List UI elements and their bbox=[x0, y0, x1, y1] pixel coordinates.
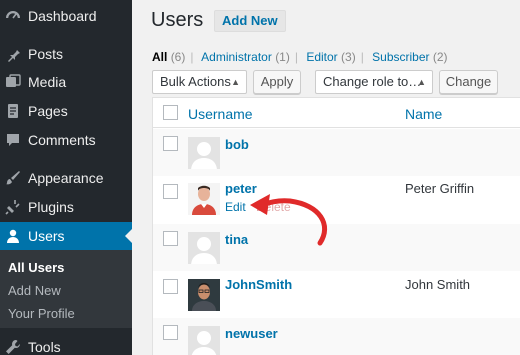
avatar bbox=[188, 137, 220, 169]
sidebar-item-label: Users bbox=[28, 228, 65, 244]
user-icon bbox=[4, 227, 22, 245]
filter-administrator[interactable]: Administrator (1) bbox=[201, 50, 290, 64]
bulk-actions-value: Bulk Actions bbox=[160, 74, 231, 89]
sidebar-item-label: Pages bbox=[28, 103, 68, 119]
select-arrows-icon: ▲ bbox=[231, 77, 240, 87]
row-checkbox[interactable] bbox=[163, 184, 178, 199]
sidebar-item-media[interactable]: Media bbox=[0, 68, 132, 96]
sidebar-item-label: Media bbox=[28, 74, 67, 90]
sidebar-item-posts[interactable]: Posts bbox=[0, 40, 132, 68]
sidebar-item-appearance[interactable]: Appearance bbox=[0, 164, 132, 192]
filter-subscriber[interactable]: Subscriber (2) bbox=[372, 50, 447, 64]
column-username[interactable]: Username bbox=[188, 106, 253, 122]
filter-separator: | bbox=[190, 50, 194, 64]
change-role-value: Change role to… bbox=[323, 74, 422, 89]
avatar bbox=[188, 279, 220, 311]
filter-editor[interactable]: Editor (3) bbox=[306, 50, 355, 64]
apply-button[interactable]: Apply bbox=[253, 70, 301, 94]
avatar bbox=[188, 326, 220, 355]
sidebar-item-plugins[interactable]: Plugins bbox=[0, 193, 132, 221]
column-name[interactable]: Name bbox=[405, 106, 442, 122]
sidebar-item-label: Plugins bbox=[28, 199, 74, 215]
table-row: bob bbox=[153, 129, 520, 176]
avatar bbox=[188, 183, 220, 215]
sidebar-item-label: Dashboard bbox=[28, 8, 97, 24]
pushpin-icon bbox=[4, 45, 22, 63]
sidebar-item-pages[interactable]: Pages bbox=[0, 97, 132, 125]
change-button[interactable]: Change bbox=[439, 70, 498, 94]
sidebar-item-label: Tools bbox=[28, 339, 61, 355]
annotation-arrow-icon bbox=[250, 194, 328, 246]
filter-all[interactable]: All (6) bbox=[152, 50, 185, 64]
username-link[interactable]: JohnSmith bbox=[225, 277, 292, 292]
wrench-icon bbox=[4, 338, 22, 355]
users-submenu: All Users Add New Your Profile bbox=[0, 250, 132, 328]
dashboard-icon bbox=[4, 7, 22, 25]
select-all-checkbox[interactable] bbox=[163, 105, 178, 120]
sidebar-item-comments[interactable]: Comments bbox=[0, 126, 132, 154]
sidebar-item-label: Posts bbox=[28, 46, 64, 62]
row-checkbox[interactable] bbox=[163, 325, 178, 340]
paintbrush-icon bbox=[4, 169, 22, 187]
avatar bbox=[188, 232, 220, 264]
row-checkbox[interactable] bbox=[163, 231, 178, 246]
filter-separator: | bbox=[360, 50, 364, 64]
submenu-your-profile[interactable]: Your Profile bbox=[8, 306, 75, 321]
table-row: JohnSmith John Smith bbox=[153, 271, 520, 318]
select-arrows-icon: ▲ bbox=[417, 77, 426, 87]
user-fullname: John Smith bbox=[405, 277, 471, 292]
username-link[interactable]: newuser bbox=[225, 326, 278, 341]
sidebar-item-tools[interactable]: Tools bbox=[0, 333, 132, 355]
change-role-select[interactable]: Change role to… ▲ bbox=[315, 70, 433, 94]
submenu-all-users[interactable]: All Users bbox=[8, 260, 64, 275]
filter-separator: | bbox=[294, 50, 298, 64]
sidebar-item-label: Comments bbox=[28, 132, 96, 148]
row-checkbox[interactable] bbox=[163, 136, 178, 151]
row-checkbox[interactable] bbox=[163, 279, 178, 294]
bulk-actions-select[interactable]: Bulk Actions ▲ bbox=[152, 70, 247, 94]
media-icon bbox=[4, 73, 22, 91]
page-title: Users bbox=[151, 9, 204, 31]
table-header: Username Name bbox=[153, 98, 520, 128]
table-row: newuser bbox=[153, 318, 520, 355]
sidebar-item-dashboard[interactable]: Dashboard bbox=[0, 2, 132, 30]
plug-icon bbox=[4, 198, 22, 216]
username-link[interactable]: bob bbox=[225, 137, 249, 152]
sidebar-item-users[interactable]: Users bbox=[0, 222, 132, 250]
submenu-add-new[interactable]: Add New bbox=[8, 283, 61, 298]
add-new-button[interactable]: Add New bbox=[214, 10, 286, 32]
comment-icon bbox=[4, 131, 22, 149]
role-filter-links: All (6) | Administrator (1) | Editor (3) | … bbox=[152, 50, 448, 64]
pages-icon bbox=[4, 102, 22, 120]
admin-sidebar: Dashboard Posts Media Pages Comments App… bbox=[0, 0, 132, 355]
user-fullname: Peter Griffin bbox=[405, 181, 475, 196]
sidebar-item-label: Appearance bbox=[28, 170, 104, 186]
